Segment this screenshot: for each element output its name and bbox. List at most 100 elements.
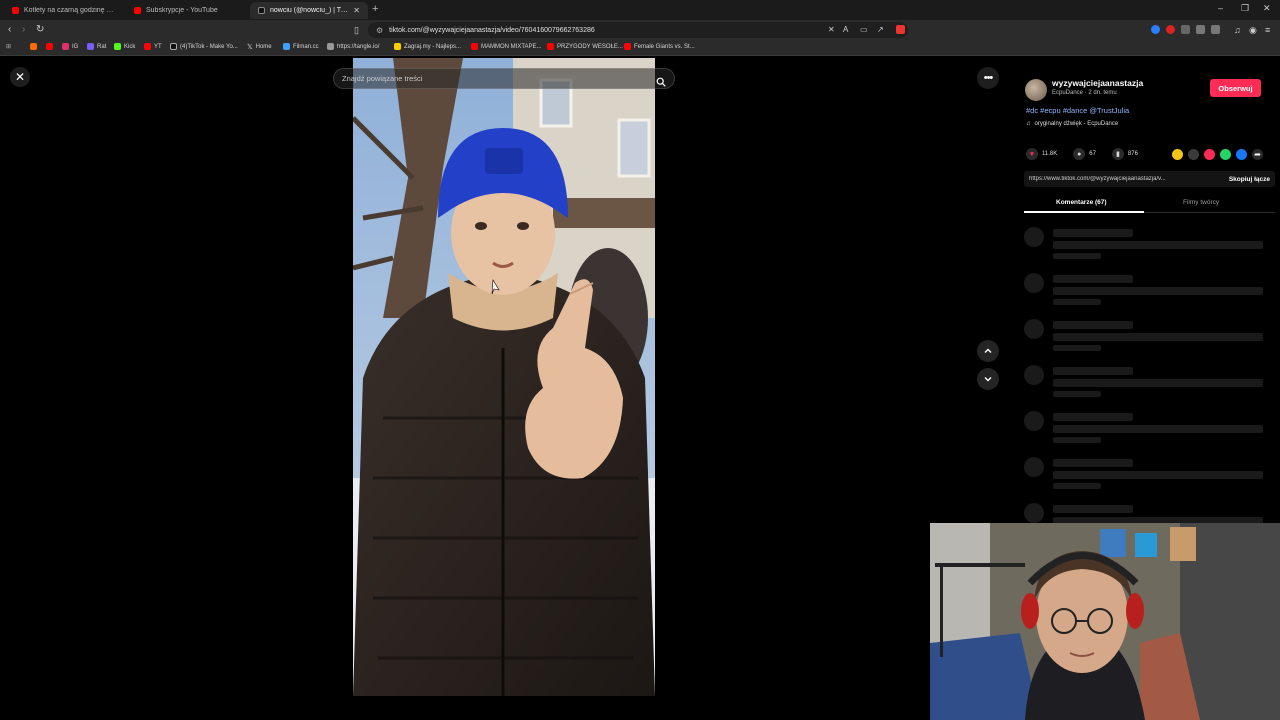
share-icon[interactable]: ↗ <box>877 23 884 37</box>
search-placeholder: Znajdź powiązane treści <box>342 74 423 83</box>
youtube-icon <box>134 7 141 14</box>
close-window-icon[interactable]: ✕ <box>1263 3 1271 14</box>
record-extension-icon[interactable] <box>1166 25 1175 34</box>
search-icon[interactable] <box>656 74 666 87</box>
facebook-icon[interactable] <box>1236 149 1247 160</box>
instagram-icon <box>62 43 69 50</box>
bookmark-favicon <box>30 43 37 50</box>
comment-skeleton <box>1024 457 1275 497</box>
bookmark-label: Rat <box>97 43 107 50</box>
bookmark-item[interactable]: 𝕏 Home <box>247 43 272 51</box>
reload-icon[interactable]: ↻ <box>36 23 44 37</box>
bookmark-item[interactable]: https://tangle.io/ <box>327 43 379 50</box>
youtube-icon <box>12 7 19 14</box>
bookmark-item[interactable]: Rat <box>87 43 106 50</box>
bookmark-label: (4)TikTok - Make Yo... <box>180 43 238 50</box>
close-tab-icon[interactable]: ✕ <box>353 6 360 15</box>
minimize-icon[interactable]: – <box>1218 3 1223 13</box>
copy-link-button[interactable]: Skopiuj łącze <box>1229 176 1270 183</box>
new-tab-button[interactable]: + <box>372 3 378 15</box>
creator-username[interactable]: wyzywajciejaanastazja <box>1052 78 1143 88</box>
embed-icon[interactable] <box>1188 149 1199 160</box>
bookmark-label: Kick <box>124 43 136 50</box>
video-player[interactable] <box>353 58 655 696</box>
bookmark-item[interactable]: Zagraj.my - Najleps... <box>394 43 461 50</box>
send-icon[interactable] <box>1204 149 1215 160</box>
vpn-icon[interactable]: ◉ <box>1249 23 1257 37</box>
brave-shield-icon[interactable] <box>896 25 905 34</box>
comments-tabs: Komentarze (67) Filmy twórcy <box>1024 194 1275 213</box>
bookmark-icon[interactable]: ▯ <box>354 23 359 37</box>
browser-tab-2[interactable]: Subskrypcje - YouTube <box>126 2 244 19</box>
bookmark-item[interactable]: Filman.cc <box>283 43 319 50</box>
webcam-overlay <box>930 523 1280 720</box>
address-bar[interactable]: ⚙ tiktok.com/@wyzywajciejaanastazja/vide… <box>368 22 908 38</box>
comment-skeleton <box>1024 503 1275 523</box>
screen: Kotlety na czarną godzinę - mogą st... S… <box>0 0 1280 720</box>
restore-icon[interactable]: ❐ <box>1241 3 1249 14</box>
creator-meta: EcpuDance · 2 dn. temu <box>1052 90 1117 96</box>
sound-label: oryginalny dźwięk - EcpuDance <box>1034 121 1119 127</box>
share-link-row: https://www.tiktok.com/@wyzywajciejaanas… <box>1024 171 1275 187</box>
bookmark-favicon <box>87 43 94 50</box>
apps-icon[interactable]: ⊞ <box>6 43 11 50</box>
sidebar-icon[interactable] <box>1211 25 1220 34</box>
browser-tab-title: Kotlety na czarną godzinę - mogą st... <box>24 7 114 14</box>
tiktok-icon <box>258 7 265 14</box>
media-icon[interactable]: ♫ <box>1234 23 1241 37</box>
kick-icon <box>114 43 121 50</box>
bookmark-item[interactable]: IG <box>62 43 78 50</box>
extension-icon[interactable] <box>1181 25 1190 34</box>
more-options-button[interactable]: ••• <box>977 67 999 89</box>
bookmark-label: YT <box>154 43 162 50</box>
bookmark-favicon <box>46 43 53 50</box>
share-arrow-icon[interactable]: ➦ <box>1252 149 1263 160</box>
engagement-stats: ♥ 11.8K ● 67 ▮ 876 <box>1026 148 1138 160</box>
bookmark-item[interactable]: Kick <box>114 43 135 50</box>
save-count: 876 <box>1127 151 1138 157</box>
close-video-button[interactable]: ✕ <box>10 67 30 87</box>
share-link[interactable]: https://www.tiktok.com/@wyzywajciejaanas… <box>1029 176 1229 182</box>
puzzle-icon[interactable] <box>1196 25 1205 34</box>
whatsapp-icon[interactable] <box>1220 149 1231 160</box>
bookmark-item[interactable]: MAMMON MIXTAPE... <box>471 43 542 50</box>
bookmark-item[interactable]: YT <box>144 43 162 50</box>
translate-icon[interactable]: A <box>843 23 848 37</box>
video-hashtags[interactable]: #dc #ecpu #dance @TrustJulia <box>1026 106 1129 115</box>
site-info-icon[interactable]: ⚙ <box>376 26 383 35</box>
like-count: 11.8K <box>1042 151 1058 157</box>
repost-icon[interactable] <box>1172 149 1183 160</box>
next-video-button[interactable] <box>977 368 999 390</box>
previous-video-button[interactable] <box>977 340 999 362</box>
menu-icon[interactable]: ≡ <box>1265 23 1270 37</box>
related-search-bar[interactable]: Znajdź powiązane treści <box>333 68 675 89</box>
bookmark-save-icon[interactable]: ▮ <box>1111 148 1124 160</box>
cast-icon[interactable]: ▭ <box>860 23 868 37</box>
extension-icon[interactable] <box>1151 25 1160 34</box>
comment-count: 67 <box>1089 151 1096 157</box>
browser-tab-1[interactable]: Kotlety na czarną godzinę - mogą st... <box>4 2 122 19</box>
browser-tab-3-active[interactable]: nowciu (@nowciu_) | TikTok ✕ <box>250 2 368 19</box>
follow-button[interactable]: Obserwuj <box>1210 79 1261 97</box>
creator-avatar[interactable] <box>1025 79 1047 101</box>
video-sound[interactable]: ♫ oryginalny dźwięk - EcpuDance <box>1026 121 1118 127</box>
bookmark-item[interactable]: PRZYGODY WESOŁE... <box>547 43 623 50</box>
bookmark-item[interactable]: Female Giants vs. St... <box>624 43 695 50</box>
back-icon[interactable]: ‹ <box>8 23 11 37</box>
x-icon: 𝕏 <box>247 44 253 51</box>
youtube-icon <box>471 43 478 50</box>
bookmark-item[interactable]: (4)TikTok - Make Yo... <box>170 43 238 50</box>
comment-skeleton <box>1024 411 1275 451</box>
forward-icon[interactable]: › <box>22 23 25 37</box>
comment-skeleton <box>1024 365 1275 405</box>
mute-icon[interactable]: ✕ <box>828 23 835 37</box>
url-text: tiktok.com/@wyzywajciejaanastazja/video/… <box>389 26 595 34</box>
bookmark-item[interactable] <box>46 43 53 50</box>
tab-comments[interactable]: Komentarze (67) <box>1056 199 1107 206</box>
browser-toolbar: ‹ › ↻ ▯ ⚙ tiktok.com/@wyzywajciejaanasta… <box>0 20 1280 40</box>
bookmark-favicon <box>283 43 290 50</box>
tab-creator-videos[interactable]: Filmy twórcy <box>1183 199 1219 206</box>
comment-icon[interactable]: ● <box>1073 148 1086 160</box>
bookmark-item[interactable] <box>30 43 37 50</box>
like-icon[interactable]: ♥ <box>1026 148 1038 160</box>
